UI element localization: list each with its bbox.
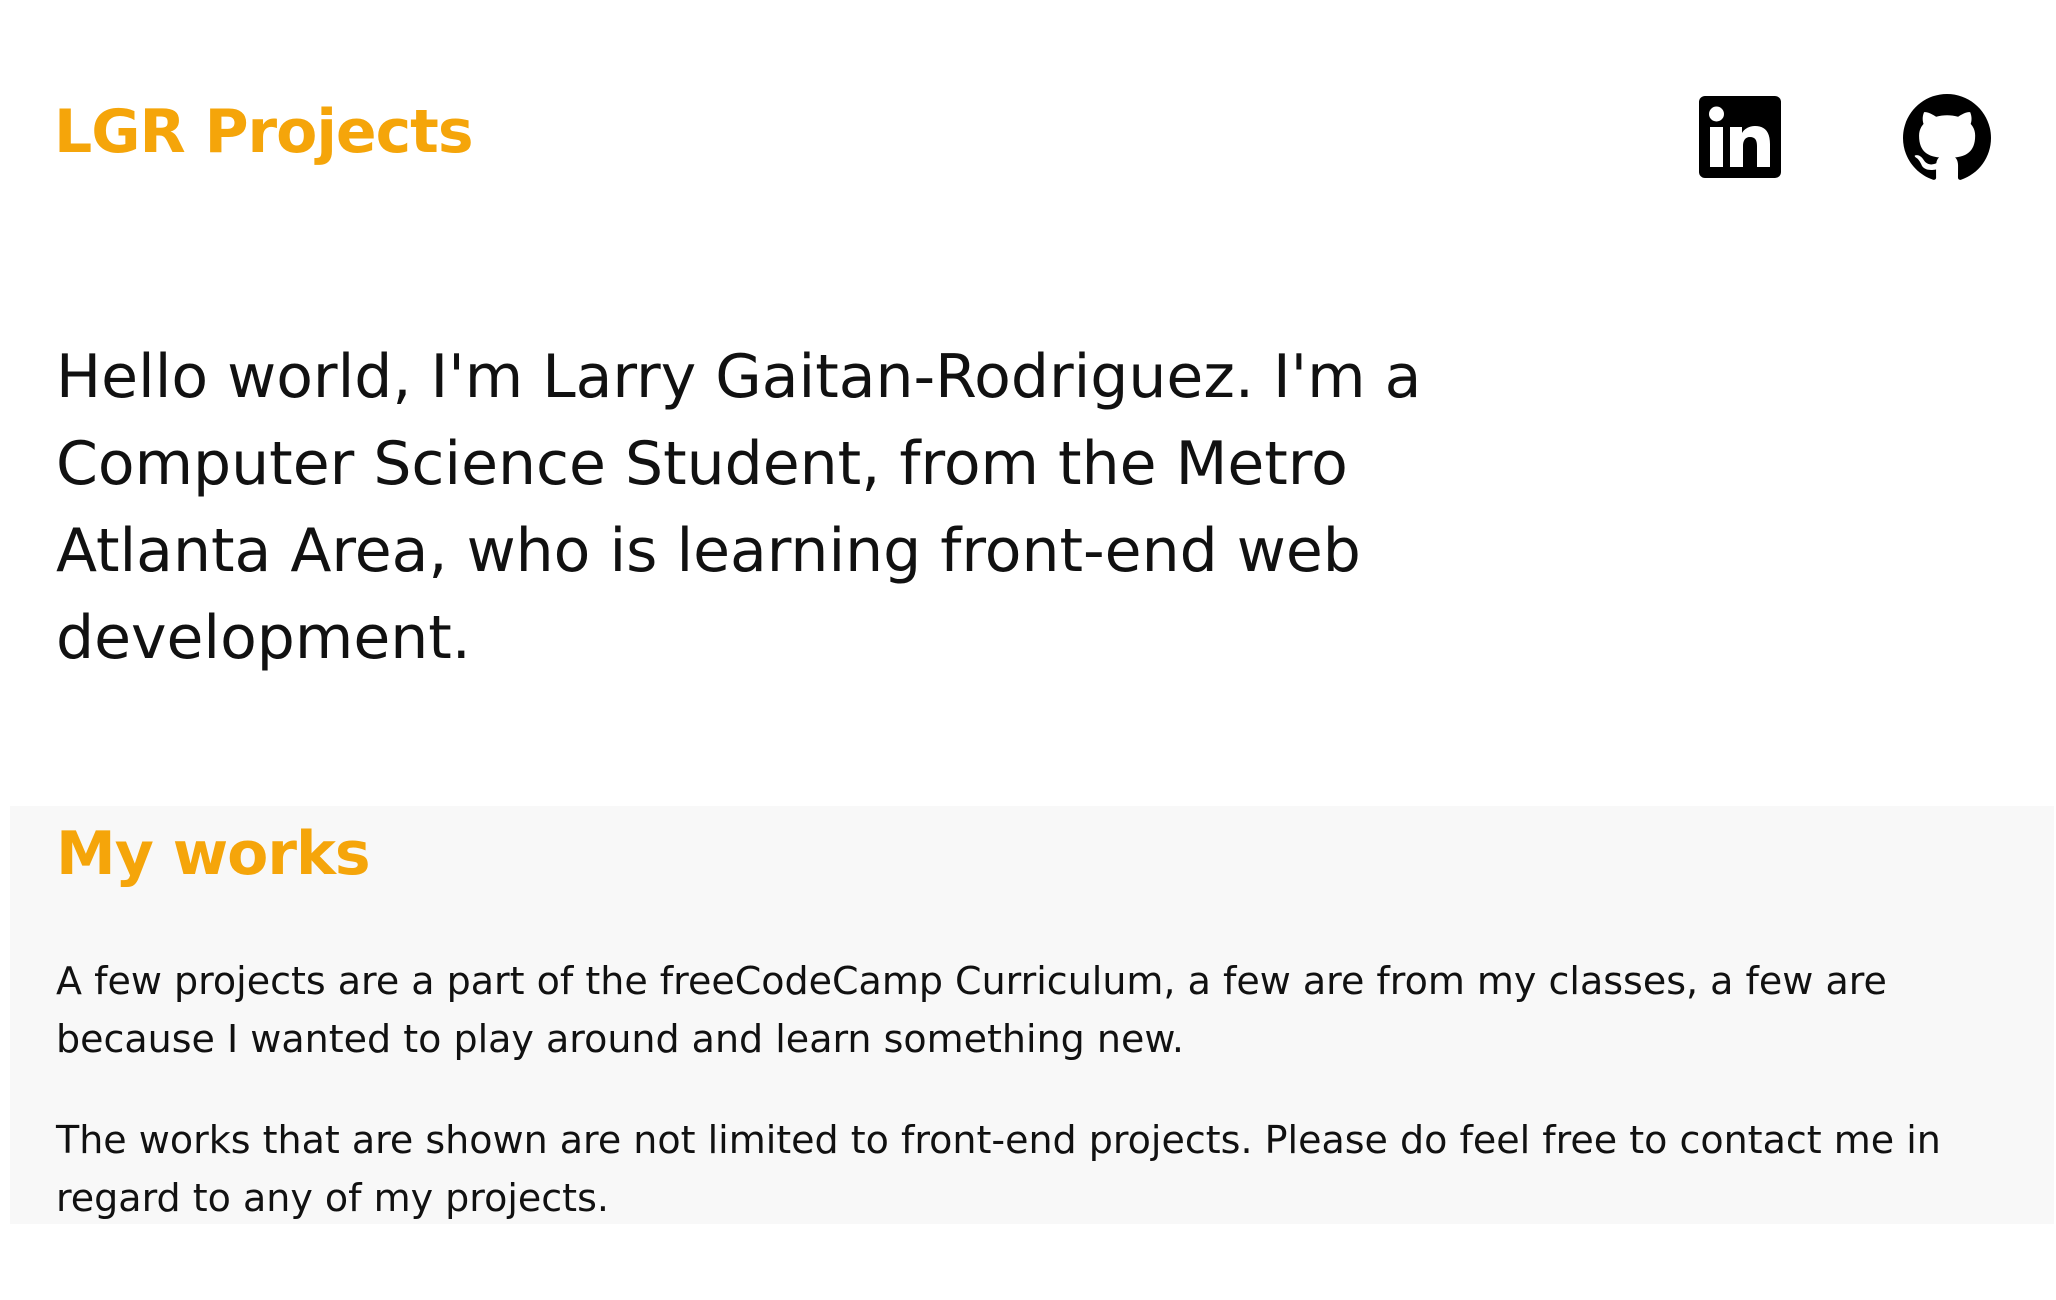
works-section: My works A few projects are a part of th… bbox=[10, 806, 2054, 1224]
github-icon bbox=[1903, 94, 1991, 180]
works-paragraph: The works that are shown are not limited… bbox=[56, 1118, 1941, 1220]
works-title: My works bbox=[56, 819, 371, 889]
site-header: LGR Projects bbox=[0, 0, 2056, 270]
intro-text: Hello world, I'm Larry Gaitan-Rodriguez.… bbox=[56, 342, 1422, 673]
linkedin-icon bbox=[1699, 96, 1781, 178]
page: LGR Projects Hello world, I'm Larry Gait… bbox=[0, 0, 2056, 1300]
works-paragraph: A few projects are a part of the freeCod… bbox=[56, 959, 1887, 1061]
site-title[interactable]: LGR Projects bbox=[54, 92, 474, 172]
linkedin-link[interactable] bbox=[1699, 96, 1781, 178]
github-link[interactable] bbox=[1903, 94, 1991, 182]
